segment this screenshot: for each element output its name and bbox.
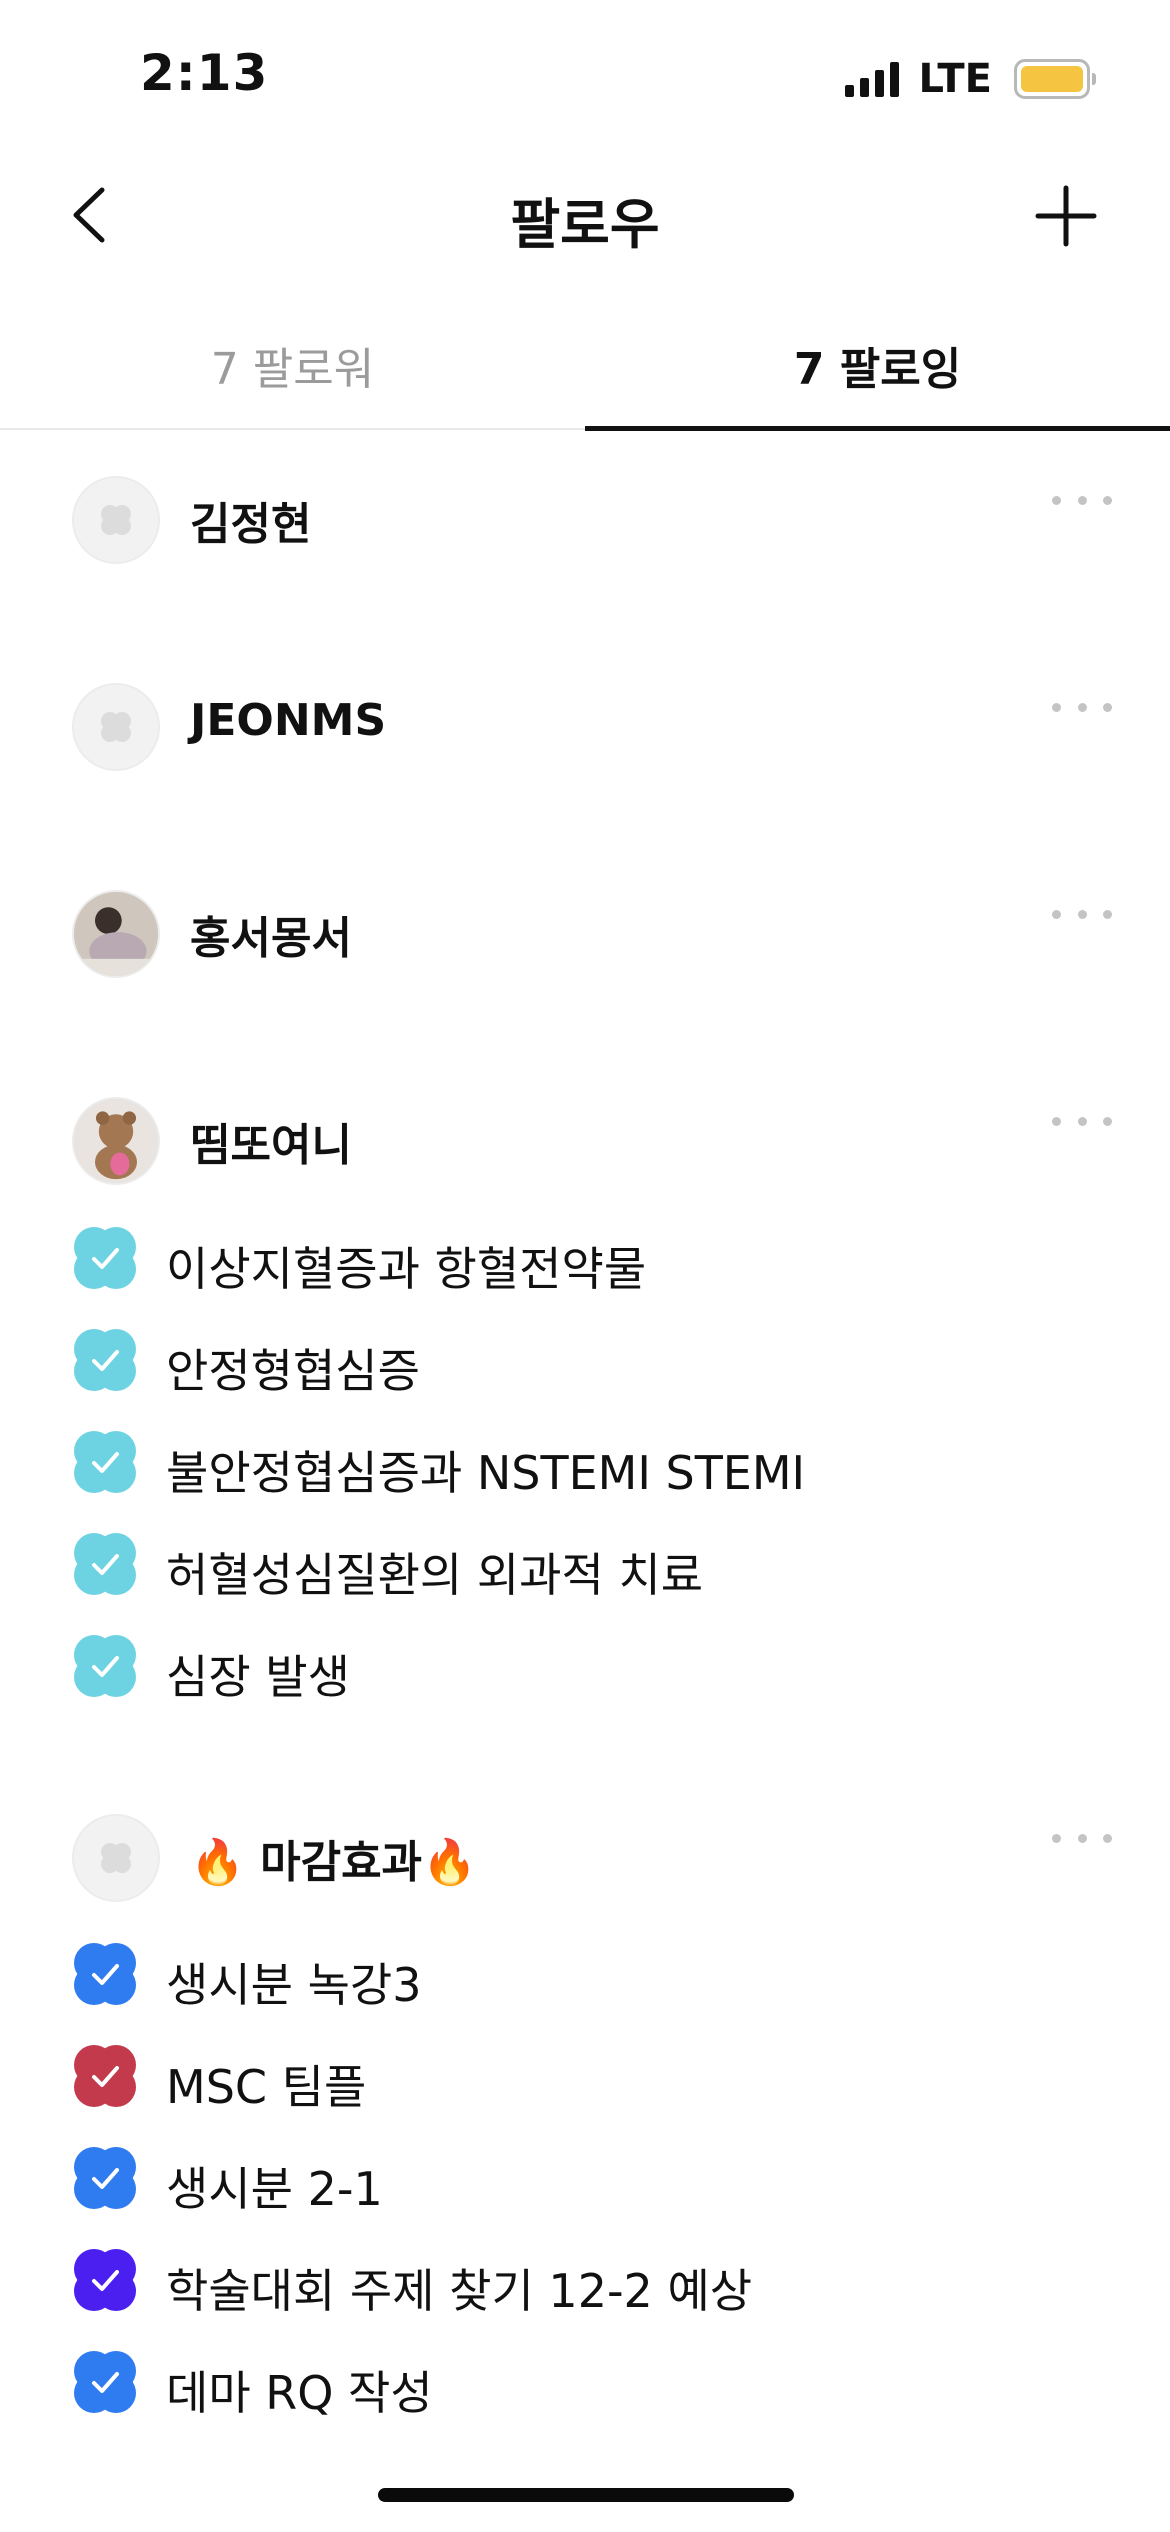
more-options-icon[interactable] [1052,693,1112,721]
default-avatar-icon [72,476,160,564]
more-options-icon[interactable] [1052,486,1112,514]
photo-avatar [72,890,160,978]
task-label: 불안정협심증과 NSTEMI STEMI [166,1446,806,1500]
tab-followers[interactable]: 7 팔로워 [0,330,585,430]
battery-icon [1014,59,1096,99]
user-name: 띰또여니 [190,1120,352,1171]
task-item: 불안정협심증과 NSTEMI STEMI [72,1429,1112,1501]
task-label: 생시분 녹강3 [166,1958,422,2012]
more-options-icon[interactable] [1052,900,1112,928]
home-indicator[interactable] [378,2488,794,2502]
task-label: 학술대회 주제 찾기 12-2 예상 [166,2264,753,2318]
checked-clover-icon[interactable] [72,2247,138,2313]
user-row[interactable]: JEONMS [72,683,1112,773]
signal-icon [844,61,899,97]
task-label: MSC 팀플 [166,2060,367,2114]
default-avatar-icon [72,683,160,771]
user-row[interactable]: 띰또여니 [72,1097,1112,1187]
photo-avatar [72,1097,160,1185]
checked-clover-icon[interactable] [72,2145,138,2211]
tab-bar: 7 팔로워 7 팔로잉 [0,330,1170,431]
task-item: 허혈성심질환의 외과적 치료 [72,1531,1112,1603]
task-label: 생시분 2-1 [166,2162,383,2216]
checked-clover-icon[interactable] [72,1429,138,1495]
task-item: 이상지혈증과 항혈전약물 [72,1225,1112,1297]
user-row[interactable]: 홍서몽서 [72,890,1112,980]
screen: 2:13 LTE 팔로우 7 팔로워 7 팔로잉 김정현 JEONMS 홍서몽서… [0,0,1170,2532]
user-name: 김정현 [190,499,312,550]
user-name: 🔥 마감효과🔥 [190,1837,477,1888]
status-indicators: LTE [844,56,1096,102]
user-name: JEONMS [190,695,387,746]
task-label: 심장 발생 [166,1650,350,1704]
checked-clover-icon[interactable] [72,2349,138,2415]
checked-clover-icon[interactable] [72,1941,138,2007]
checked-clover-icon[interactable] [72,1225,138,1291]
more-options-icon[interactable] [1052,1107,1112,1135]
network-label: LTE [918,56,992,102]
task-item: 생시분 2-1 [72,2145,1112,2217]
task-label: 안정형협심증 [166,1344,420,1398]
user-row[interactable]: 🔥 마감효과🔥 [72,1814,1112,1904]
checked-clover-icon[interactable] [72,1327,138,1393]
task-label: 허혈성심질환의 외과적 치료 [166,1548,704,1602]
task-item: MSC 팀플 [72,2043,1112,2115]
task-label: 이상지혈증과 항혈전약물 [166,1242,647,1296]
checked-clover-icon[interactable] [72,1633,138,1699]
task-item: 데마 RQ 작성 [72,2349,1112,2421]
task-item: 학술대회 주제 찾기 12-2 예상 [72,2247,1112,2319]
default-avatar-icon [72,1814,160,1902]
page-title: 팔로우 [510,193,660,256]
status-time: 2:13 [140,44,269,102]
task-item: 심장 발생 [72,1633,1112,1705]
user-row[interactable]: 김정현 [72,476,1112,566]
task-item: 생시분 녹강3 [72,1941,1112,2013]
task-label: 데마 RQ 작성 [166,2366,433,2420]
more-options-icon[interactable] [1052,1824,1112,1852]
plus-icon[interactable] [1034,184,1098,248]
checked-clover-icon[interactable] [72,1531,138,1597]
user-name: 홍서몽서 [190,913,352,964]
task-item: 안정형협심증 [72,1327,1112,1399]
tab-following[interactable]: 7 팔로잉 [585,330,1170,430]
tab-selected-indicator [585,426,1170,431]
checked-clover-icon[interactable] [72,2043,138,2109]
